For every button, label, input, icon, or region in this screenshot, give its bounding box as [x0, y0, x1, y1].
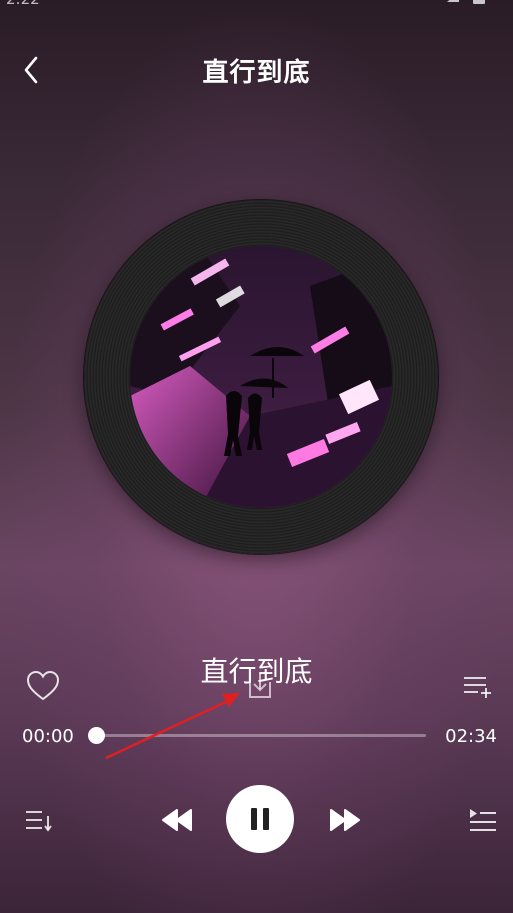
download-button[interactable]	[242, 670, 278, 702]
like-button[interactable]	[24, 668, 62, 704]
current-time: 00:00	[22, 726, 74, 747]
playlist-button[interactable]	[22, 806, 56, 836]
progress-slider[interactable]	[88, 727, 426, 744]
play-pause-button[interactable]	[226, 785, 294, 853]
heart-icon	[26, 670, 60, 701]
download-icon	[249, 674, 271, 698]
progress-thumb[interactable]	[88, 727, 105, 744]
total-time: 02:34	[445, 726, 497, 747]
next-track-button[interactable]	[326, 802, 364, 838]
fast-forward-icon	[330, 809, 360, 831]
status-time: 2:22	[6, 0, 40, 8]
queue-icon	[470, 809, 496, 831]
queue-button[interactable]	[466, 806, 498, 836]
playlist-add-icon	[464, 677, 491, 698]
add-to-playlist-button[interactable]	[460, 670, 494, 702]
previous-track-button[interactable]	[158, 802, 196, 838]
list-sort-icon	[26, 811, 52, 832]
pause-icon	[251, 808, 269, 830]
rewind-icon	[162, 809, 192, 831]
page-title: 直行到底	[202, 58, 311, 88]
status-icons	[447, 0, 485, 4]
album-cover-image	[130, 246, 392, 508]
album-cover-art	[130, 246, 392, 508]
status-bar: 2:22	[0, 0, 513, 12]
vinyl-record	[84, 200, 438, 554]
